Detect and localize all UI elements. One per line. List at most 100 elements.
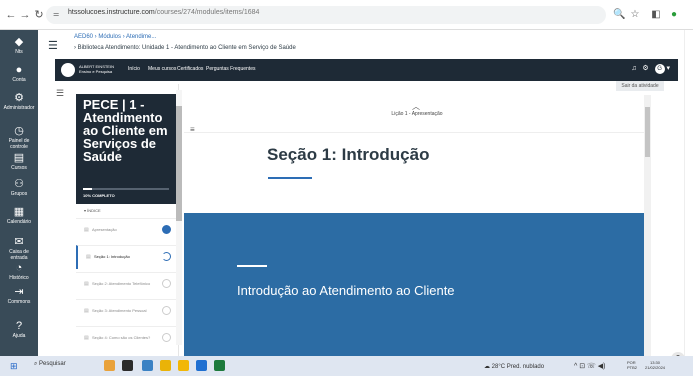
arrow-right-icon[interactable]: → xyxy=(18,8,32,22)
settings-icon[interactable]: ⚙ xyxy=(642,65,648,72)
globalnav-label: Ajuda xyxy=(12,333,26,339)
exit-activity-button[interactable]: Sair da atividade xyxy=(616,81,664,91)
language-indicator[interactable]: POR PTB2 xyxy=(627,360,645,370)
globalnav-label: Conta xyxy=(12,77,26,83)
nav-link-certificados[interactable]: Certificados xyxy=(177,66,203,72)
hamburger-menu-icon[interactable]: ☰ xyxy=(48,39,58,52)
url-domain: htssolucoes.instructure.com xyxy=(68,9,155,16)
content-scroll-thumb[interactable] xyxy=(645,107,650,157)
page-scrollbar[interactable] xyxy=(684,30,693,356)
profile-icon[interactable]: ● xyxy=(668,9,680,21)
arrow-left-icon[interactable]: ← xyxy=(4,8,18,22)
breadcrumb[interactable]: AED60 › Módulos › Atendime... xyxy=(74,34,156,40)
bell-icon[interactable]: ♫ xyxy=(631,65,636,72)
lesson-title: Seção 2: Atendimento Telefônico xyxy=(92,281,151,286)
global-navigation: ◆ Nts ● Conta ⚙ Administrador ◷ Painel de contr… xyxy=(0,30,38,356)
module-sidebar: PECE | 1 - Atendimento ao Cliente em Ser… xyxy=(76,84,179,356)
dashboard-icon: ◷ xyxy=(14,125,24,137)
inbox-icon: ✉ xyxy=(14,236,24,248)
globalnav-item-1[interactable]: ● Conta xyxy=(0,64,38,83)
admin-icon: ⚙ xyxy=(14,92,24,104)
menu-icon[interactable]: ≡ xyxy=(190,125,195,134)
windows-taskbar: ⊞ ⌕ Pesquisar ☁ 28°C Pred. nublado ^ ⊡ ☏… xyxy=(0,356,693,376)
reload-icon[interactable]: ↻ xyxy=(32,8,46,22)
globalnav-label: Commons xyxy=(7,299,31,305)
document-icon: ▤ xyxy=(84,308,89,314)
system-tray[interactable]: ^ ⊡ ☏ ◀) xyxy=(574,362,605,370)
url-path: /courses/274/modules/items/1684 xyxy=(154,9,260,16)
task-view-icon[interactable] xyxy=(122,360,133,371)
toggle-sidebar-icon[interactable]: ☰ xyxy=(56,88,64,99)
title-underline xyxy=(268,177,312,179)
section-title: Seção 1: Introdução xyxy=(267,145,430,164)
site-settings-icon[interactable]: ⚌ xyxy=(53,10,63,20)
document-icon: ▤ xyxy=(84,335,89,341)
todo-status-icon xyxy=(162,306,171,315)
chrome-icon[interactable] xyxy=(160,360,171,371)
hero-heading: Introdução ao Atendimento ao Cliente xyxy=(237,283,455,298)
globalnav-label: Calendário xyxy=(6,219,32,225)
globalnav-label: Histórico xyxy=(9,275,29,281)
windows-start-icon[interactable]: ⊞ xyxy=(10,361,18,372)
globalnav-item-9[interactable]: ⇥ Commons xyxy=(0,286,38,305)
globalnav-item-5[interactable]: ⚇ Grupos xyxy=(0,178,38,197)
clock[interactable]: 13:30 21/02/2024 xyxy=(645,360,665,370)
user-avatar[interactable]: G xyxy=(654,64,665,74)
globalnav-item-0[interactable]: ◆ Nts xyxy=(0,36,38,55)
lesson-item[interactable]: ▤ Apresentação xyxy=(76,218,178,242)
globalnav-item-6[interactable]: ▦ Calendário xyxy=(0,206,38,225)
nav-link-perguntas[interactable]: Perguntas Frequentes xyxy=(206,66,255,72)
outlook-icon[interactable] xyxy=(196,360,207,371)
logo-icon: ◆ xyxy=(14,36,24,48)
start-apps-icon[interactable] xyxy=(142,360,153,371)
chevron-down-icon[interactable]: ▾ xyxy=(666,65,670,72)
index-toggle[interactable]: ▾ ÍNDICE xyxy=(84,208,101,213)
globalnav-item-7[interactable]: ✉ Caixa de entrada xyxy=(0,236,38,261)
globalnav-item-10[interactable]: ? Ajuda xyxy=(0,320,38,339)
lesson-item[interactable]: ▤ Seção 1: Introdução xyxy=(76,245,178,269)
globalnav-item-8[interactable]: ◔ Histórico xyxy=(0,262,38,281)
breadcrumb-current: › Biblioteca Atendimento: Unidade 1 - At… xyxy=(74,45,296,51)
sidebar-scrollbar[interactable] xyxy=(176,90,182,345)
lesson-navigation: ︿ Lição 1 - Apresentação xyxy=(184,95,650,133)
progress-bar xyxy=(83,188,169,190)
hero-banner: Introdução ao Atendimento ao Cliente xyxy=(184,213,650,356)
nav-link-inicio[interactable]: Início xyxy=(128,66,140,72)
globalnav-item-3[interactable]: ◷ Painel de controle xyxy=(0,125,38,150)
sidepanel-icon[interactable]: ◧ xyxy=(650,9,662,21)
globalnav-label: Nts xyxy=(15,49,23,55)
course-title-box: PECE | 1 - Atendimento ao Cliente em Ser… xyxy=(76,94,178,204)
globalnav-item-4[interactable]: ▤ Cursos xyxy=(0,152,38,171)
lesson-title: Seção 1: Introdução xyxy=(94,254,130,259)
commons-icon: ⇥ xyxy=(14,286,24,298)
nav-link-meus-cursos[interactable]: Meus cursos xyxy=(148,66,176,72)
file-explorer-icon[interactable] xyxy=(178,360,189,371)
address-bar[interactable]: ⚌ htssolucoes.instructure.com/courses/27… xyxy=(46,6,606,24)
weather-text: 28°C Pred. nublado xyxy=(491,364,545,370)
course-header: ALBERT EINSTEIN Ensino e Pesquisa Início … xyxy=(55,59,678,81)
taskbar-search[interactable]: ⌕ Pesquisar xyxy=(34,361,66,368)
lesson-item[interactable]: ▤ Seção 2: Atendimento Telefônico xyxy=(76,272,178,296)
todo-status-icon xyxy=(162,279,171,288)
browser-toolbar: ← → ↻ ⚌ htssolucoes.instructure.com/cour… xyxy=(0,0,693,30)
globalnav-label: Administrador xyxy=(3,105,35,111)
avatar-icon: ● xyxy=(15,64,23,76)
lesson-item[interactable]: ▤ Seção 3: Atendimento Pessoal xyxy=(76,299,178,323)
lesson-title: Apresentação xyxy=(92,227,117,232)
landscape-app-icon[interactable] xyxy=(104,360,115,371)
globalnav-item-2[interactable]: ⚙ Administrador xyxy=(0,92,38,111)
excel-icon[interactable] xyxy=(214,360,225,371)
star-icon[interactable]: ☆ xyxy=(629,9,641,21)
sidebar-scroll-thumb[interactable] xyxy=(176,106,182,221)
weather-widget[interactable]: ☁ 28°C Pred. nublado xyxy=(484,363,544,370)
logo-text: ALBERT EINSTEIN Ensino e Pesquisa xyxy=(79,64,114,74)
zoom-icon[interactable]: 🔍 xyxy=(613,9,625,21)
globalnav-label: Grupos xyxy=(10,191,28,197)
url-text: htssolucoes.instructure.com/courses/274/… xyxy=(68,9,259,16)
done-status-icon xyxy=(162,225,171,234)
groups-icon: ⚇ xyxy=(14,178,24,190)
course-title: PECE | 1 - Atendimento ao Cliente em Ser… xyxy=(83,97,168,164)
lesson-item[interactable]: ▤ Seção 4: Como são os Clientes? xyxy=(76,326,178,350)
lesson-label[interactable]: Lição 1 - Apresentação xyxy=(184,111,650,117)
content-scrollbar[interactable] xyxy=(644,95,651,356)
